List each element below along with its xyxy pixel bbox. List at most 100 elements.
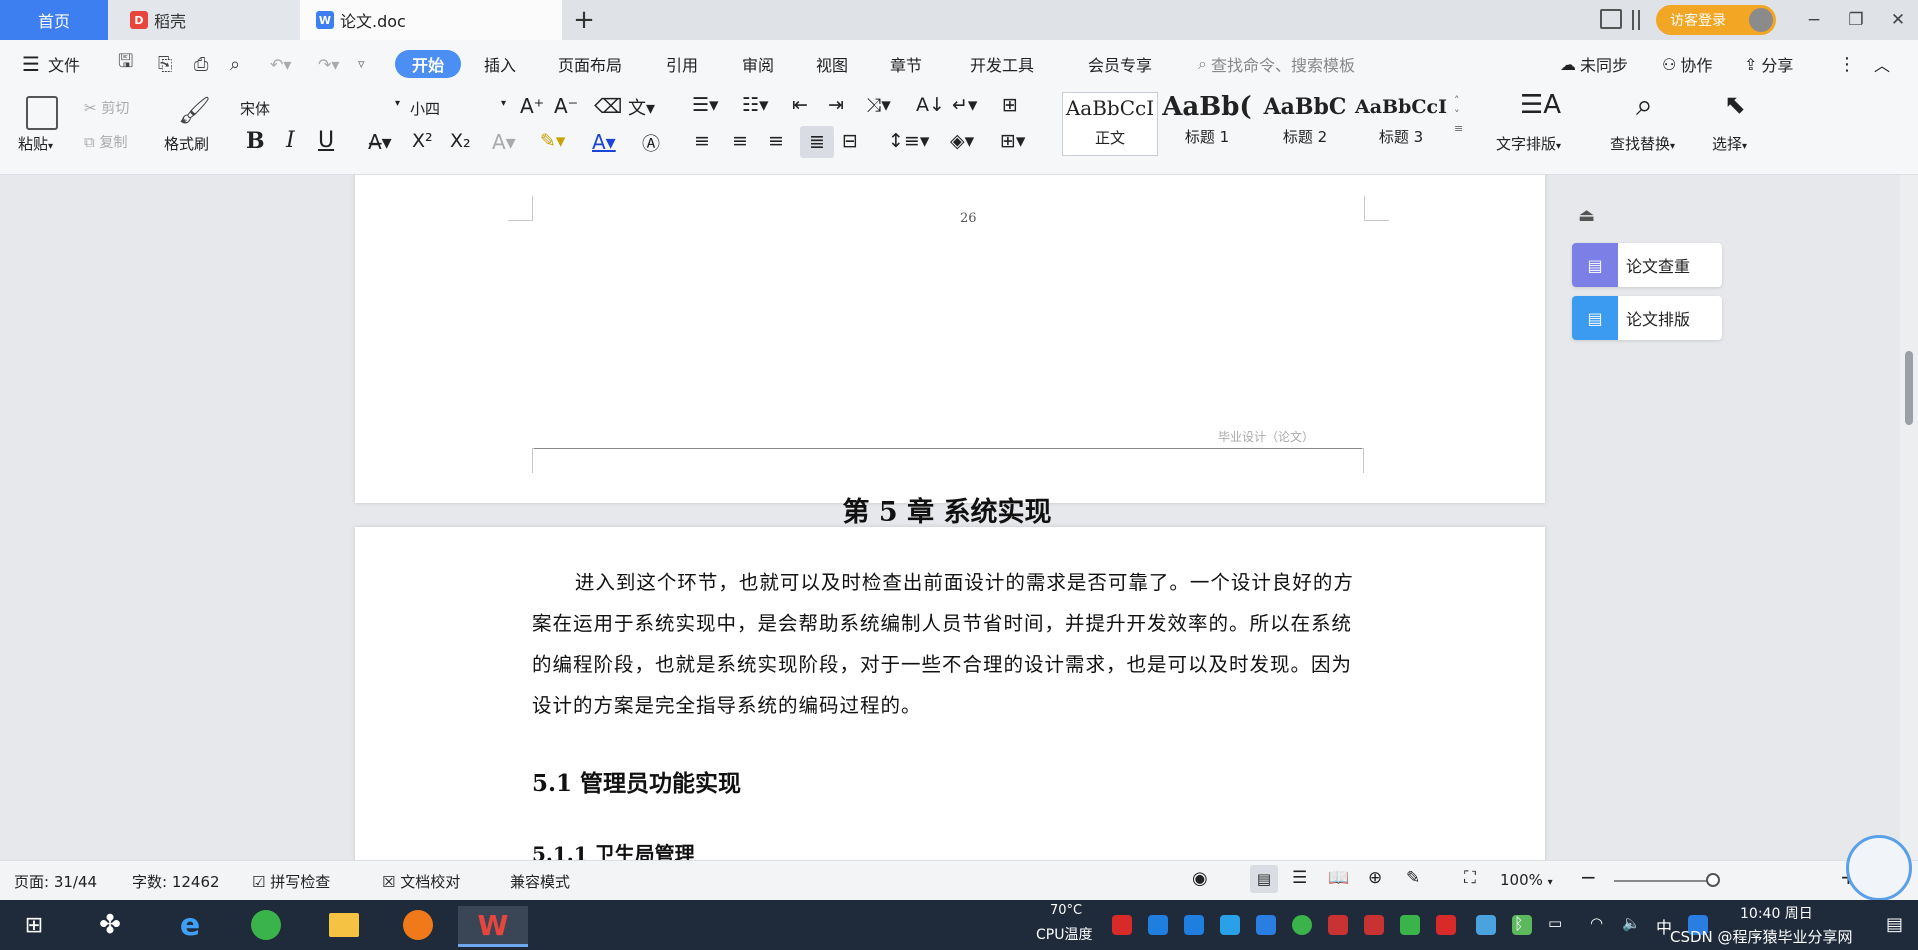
- section-heading[interactable]: 5.1 管理员功能实现: [532, 764, 741, 798]
- ie-browser-icon[interactable]: e: [170, 906, 210, 944]
- style-heading-1[interactable]: AaBb( 标题 1: [1160, 92, 1254, 154]
- write-mode-icon[interactable]: ✎: [1406, 868, 1420, 888]
- fan-app-icon[interactable]: ✤: [90, 906, 130, 944]
- copy-button[interactable]: ⧉ 复制: [84, 132, 128, 152]
- print-preview-icon[interactable]: ⌕: [230, 52, 240, 76]
- undo-icon[interactable]: ↶▾: [270, 52, 291, 76]
- styles-scroll-icon[interactable]: ˄ ˅ ≡: [1454, 94, 1463, 136]
- font-color-icon[interactable]: A▾: [592, 130, 616, 154]
- select-button[interactable]: 选择▾: [1712, 133, 1747, 154]
- chinese-layout-icon[interactable]: ⤨▾: [866, 94, 891, 116]
- subsection-heading[interactable]: 5.1.1 卫生局管理: [532, 838, 695, 860]
- menu-references[interactable]: 引用: [666, 52, 698, 76]
- tray-app-icon[interactable]: [1364, 915, 1384, 935]
- system-clock[interactable]: 10:40 周日: [1740, 904, 1813, 924]
- sort-icon[interactable]: A↓: [916, 94, 945, 116]
- text-layout-button[interactable]: 文字排版▾: [1496, 133, 1561, 154]
- volume-icon[interactable]: 🔈: [1622, 914, 1641, 932]
- collapse-ribbon-icon[interactable]: ︿: [1874, 52, 1890, 76]
- sync-button[interactable]: ☁ 未同步: [1560, 52, 1628, 76]
- menu-file[interactable]: ☰ 文件: [22, 52, 80, 76]
- menu-insert[interactable]: 插入: [484, 52, 516, 76]
- style-heading-2[interactable]: AaBbC 标题 2: [1258, 92, 1352, 154]
- align-right-icon[interactable]: ≡: [768, 130, 784, 152]
- find-replace-button[interactable]: 查找替换▾: [1610, 133, 1675, 154]
- strikethrough-icon[interactable]: A̶▾: [368, 130, 392, 154]
- bluetooth-icon[interactable]: ᛒ: [1514, 914, 1524, 933]
- font-size-select[interactable]: 小四 ▾: [410, 98, 506, 119]
- style-heading-3[interactable]: AaBbCcI 标题 3: [1354, 92, 1448, 154]
- superscript-icon[interactable]: X²: [412, 130, 433, 152]
- tray-app-icon[interactable]: [1220, 915, 1240, 935]
- vertical-bars-icon[interactable]: [1632, 8, 1640, 32]
- tray-app-icon[interactable]: [1476, 915, 1496, 935]
- bullet-list-icon[interactable]: ☰▾: [692, 94, 719, 116]
- numbered-list-icon[interactable]: ☷▾: [742, 94, 769, 116]
- cut-button[interactable]: ✂ 剪切: [84, 98, 129, 118]
- style-normal[interactable]: AaBbCcI 正文: [1062, 92, 1158, 156]
- align-left-icon[interactable]: ≡: [694, 130, 710, 152]
- floating-assistant-icon[interactable]: [1846, 835, 1912, 901]
- decrease-indent-icon[interactable]: ⇤: [792, 94, 808, 116]
- justify-icon[interactable]: ≣: [800, 126, 834, 158]
- command-search[interactable]: ⌕ 查找命令、搜索模板: [1198, 52, 1355, 76]
- line-spacing-icon[interactable]: ↕≡▾: [888, 130, 929, 152]
- menu-chapter[interactable]: 章节: [890, 52, 922, 76]
- shrink-font-icon[interactable]: A⁻: [554, 94, 578, 118]
- underline-button[interactable]: U: [318, 128, 334, 153]
- shading-icon[interactable]: ◈▾: [950, 130, 974, 152]
- align-center-icon[interactable]: ≡: [732, 130, 748, 152]
- char-border-icon[interactable]: Ⓐ: [642, 130, 660, 156]
- fit-page-icon[interactable]: ⛶: [1464, 868, 1476, 888]
- word-count[interactable]: 字数: 12462: [132, 871, 220, 892]
- login-button[interactable]: 访客登录: [1656, 5, 1776, 35]
- reading-view-icon[interactable]: 📖: [1328, 868, 1349, 888]
- chapter-title[interactable]: 第 5 章 系统实现: [532, 490, 1362, 529]
- text-layout-icon[interactable]: ☰A: [1520, 90, 1561, 120]
- shield-icon[interactable]: [1256, 915, 1276, 935]
- font-name-select[interactable]: 宋体 ▾: [240, 98, 400, 119]
- grow-font-icon[interactable]: A⁺: [520, 94, 544, 118]
- outline-view-icon[interactable]: ☰: [1292, 868, 1307, 888]
- zoom-slider-handle[interactable]: [1706, 873, 1720, 887]
- browser-360-icon[interactable]: [246, 906, 286, 944]
- tray-app-icon[interactable]: [1184, 915, 1204, 935]
- file-explorer-icon[interactable]: [324, 906, 364, 944]
- redo-icon[interactable]: ↷▾: [318, 52, 339, 76]
- increase-indent-icon[interactable]: ⇥: [828, 94, 844, 116]
- tray-app-icon[interactable]: [1148, 915, 1168, 935]
- tray-app-icon[interactable]: [1292, 915, 1312, 935]
- wifi-icon[interactable]: ◠: [1590, 914, 1603, 932]
- tab-ruler-icon[interactable]: ⊞: [1002, 94, 1018, 116]
- collab-button[interactable]: ⚇ 协作: [1662, 52, 1712, 76]
- zoom-select[interactable]: 100% ▾: [1500, 871, 1553, 889]
- menu-review[interactable]: 审阅: [742, 52, 774, 76]
- format-painter-button[interactable]: 格式刷: [164, 133, 209, 154]
- thesis-check-button[interactable]: ▤ 论文查重: [1572, 243, 1722, 287]
- tray-app-icon[interactable]: [1328, 915, 1348, 935]
- page-view-icon[interactable]: ▤: [1250, 865, 1278, 893]
- windows-start-icon[interactable]: ⊞: [14, 906, 54, 944]
- tray-app-icon[interactable]: [1112, 915, 1132, 935]
- restore-button[interactable]: ❐: [1842, 6, 1870, 34]
- thesis-format-button[interactable]: ▤ 论文排版: [1572, 296, 1722, 340]
- italic-button[interactable]: I: [286, 128, 295, 153]
- vertical-scrollbar[interactable]: [1900, 175, 1918, 860]
- distributed-icon[interactable]: ⊟: [842, 130, 858, 152]
- highlight-icon[interactable]: ✎▾: [540, 130, 565, 152]
- close-button[interactable]: ✕: [1884, 6, 1912, 34]
- paste-button[interactable]: 粘贴▾: [18, 133, 53, 154]
- borders-icon[interactable]: ⊞▾: [1000, 130, 1025, 152]
- quick-access-dropdown-icon[interactable]: ▿: [358, 52, 365, 76]
- body-paragraph[interactable]: 进入到这个环节，也就可以及时检查出前面设计的需求是否可靠了。一个设计良好的方案在…: [532, 562, 1366, 726]
- battery-icon[interactable]: ▭: [1548, 914, 1562, 932]
- text-effect-icon[interactable]: A▾: [492, 130, 516, 154]
- eye-protection-icon[interactable]: ◉: [1192, 868, 1208, 889]
- wechat-icon[interactable]: [1400, 915, 1420, 935]
- minimize-button[interactable]: −: [1800, 6, 1828, 34]
- menu-view[interactable]: 视图: [816, 52, 848, 76]
- page-count[interactable]: 页面: 31/44: [14, 871, 97, 892]
- more-icon[interactable]: ⋮: [1838, 52, 1856, 76]
- menu-member[interactable]: 会员专享: [1088, 52, 1152, 76]
- spell-check-button[interactable]: ☑ 拼写检查: [252, 871, 330, 892]
